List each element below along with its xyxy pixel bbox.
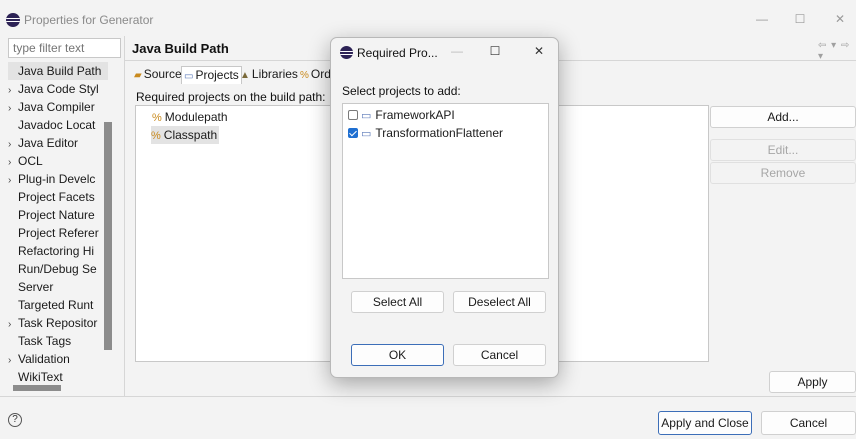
tree-item-label: Run/Debug Se bbox=[18, 262, 97, 276]
tree-item-label: OCL bbox=[18, 154, 43, 168]
tree-item-run-debug-settings[interactable]: Run/Debug Se bbox=[8, 260, 108, 278]
order-icon: % bbox=[300, 70, 309, 81]
dialog-title-bar: Required Pro... — ☐ ✕ bbox=[331, 38, 558, 66]
list-item-classpath[interactable]: % Classpath bbox=[151, 126, 220, 144]
title-bar: Properties for Generator — ☐ ✕ bbox=[0, 0, 856, 36]
remove-button[interactable]: Remove bbox=[710, 162, 856, 184]
tree-item-label: Refactoring Hi bbox=[18, 244, 95, 258]
tab-projects[interactable]: ▭ Projects bbox=[181, 66, 242, 84]
splitter[interactable] bbox=[124, 36, 125, 396]
chevron-right-icon[interactable]: › bbox=[8, 352, 18, 368]
edit-button[interactable]: Edit... bbox=[710, 139, 856, 161]
dialog-cancel-button[interactable]: Cancel bbox=[453, 344, 546, 366]
tree-item-label: Java Code Styl bbox=[18, 82, 99, 96]
tree-item-label: Targeted Runt bbox=[18, 298, 94, 312]
dialog-maximize-button[interactable]: ☐ bbox=[485, 44, 505, 58]
tree-item-java-editor[interactable]: › Java Editor bbox=[8, 134, 108, 152]
maximize-button[interactable]: ☐ bbox=[780, 8, 820, 30]
required-projects-label: Required projects on the build path: bbox=[136, 90, 326, 104]
apply-and-close-button[interactable]: Apply and Close bbox=[658, 411, 752, 435]
tree-item-validation[interactable]: › Validation bbox=[8, 350, 108, 368]
dialog-label: Select projects to add: bbox=[342, 84, 461, 98]
tree-item-label: Javadoc Locat bbox=[18, 118, 96, 132]
chevron-right-icon[interactable]: › bbox=[8, 316, 18, 332]
eclipse-icon bbox=[340, 46, 353, 59]
tree-item-project-references[interactable]: Project Referer bbox=[8, 224, 108, 242]
tab-order-export[interactable]: % Ord bbox=[298, 66, 333, 84]
tree-item-java-code-style[interactable]: › Java Code Styl bbox=[8, 80, 108, 98]
tree-item-label: Java Build Path bbox=[18, 64, 102, 78]
tree-item-label: Java Compiler bbox=[18, 100, 95, 114]
tree-item-plugin-development[interactable]: › Plug-in Develc bbox=[8, 170, 108, 188]
tree-item-javadoc-location[interactable]: Javadoc Locat bbox=[8, 116, 108, 134]
tree-item-ocl[interactable]: › OCL bbox=[8, 152, 108, 170]
tree-vertical-scrollbar[interactable] bbox=[104, 122, 112, 350]
chevron-right-icon[interactable]: › bbox=[8, 100, 18, 116]
tree-item-task-repository[interactable]: › Task Repositor bbox=[8, 314, 108, 332]
ok-button[interactable]: OK bbox=[351, 344, 444, 366]
tree-item-label: Project Referer bbox=[18, 226, 99, 240]
list-item-transformationflattener[interactable]: ▭ TransformationFlattener bbox=[348, 124, 503, 142]
required-projects-dialog: Required Pro... — ☐ ✕ Select projects to… bbox=[330, 37, 559, 378]
minimize-button[interactable]: — bbox=[742, 8, 782, 30]
tree-item-label: Project Nature bbox=[18, 208, 95, 222]
tree-item-label: WikiText bbox=[18, 370, 63, 384]
tree-item-project-natures[interactable]: Project Nature bbox=[8, 206, 108, 224]
history-nav-arrows[interactable]: ⇦ ▾ ⇨ ▾ bbox=[818, 40, 856, 62]
project-checklist[interactable]: ▭ FrameworkAPI ▭ TransformationFlattener bbox=[342, 103, 549, 279]
tree-item-refactoring-history[interactable]: Refactoring Hi bbox=[8, 242, 108, 260]
checkbox-transformationflattener[interactable] bbox=[348, 128, 358, 138]
filter-input[interactable] bbox=[8, 38, 121, 58]
tree-item-java-compiler[interactable]: › Java Compiler bbox=[8, 98, 108, 116]
apply-button[interactable]: Apply bbox=[769, 371, 856, 393]
tree-item-label: Server bbox=[18, 280, 54, 294]
chevron-right-icon[interactable]: › bbox=[8, 154, 18, 170]
window-title: Properties for Generator bbox=[24, 13, 154, 27]
project-icon: ▭ bbox=[361, 128, 372, 140]
chevron-right-icon[interactable]: › bbox=[8, 172, 18, 188]
dialog-close-button[interactable]: ✕ bbox=[529, 44, 549, 58]
tree-item-label: Validation bbox=[18, 352, 70, 366]
tab-source[interactable]: ▰ Source bbox=[132, 66, 184, 84]
tab-libraries[interactable]: ▲ Libraries bbox=[238, 66, 300, 84]
help-icon[interactable]: ? bbox=[8, 413, 22, 427]
project-icon: ▭ bbox=[361, 110, 372, 122]
checkbox-frameworkapi[interactable] bbox=[348, 110, 358, 120]
tree-item-label: Project Facets bbox=[18, 190, 95, 204]
dialog-minimize-button[interactable]: — bbox=[447, 44, 467, 58]
footer-divider bbox=[0, 396, 856, 397]
tree-item-java-build-path[interactable]: Java Build Path bbox=[8, 62, 108, 80]
list-item-frameworkapi[interactable]: ▭ FrameworkAPI bbox=[348, 106, 455, 124]
tree-item-targeted-runtimes[interactable]: Targeted Runt bbox=[8, 296, 108, 314]
tree-horizontal-scrollbar[interactable] bbox=[13, 385, 61, 391]
library-icon: ▲ bbox=[240, 70, 250, 81]
list-item-modulepath[interactable]: % Modulepath bbox=[152, 108, 230, 126]
close-button[interactable]: ✕ bbox=[820, 8, 856, 30]
tree-item-wikitext[interactable]: WikiText bbox=[8, 368, 108, 386]
tree-item-label: Task Tags bbox=[18, 334, 72, 348]
eclipse-icon bbox=[6, 13, 20, 27]
tree-item-task-tags[interactable]: Task Tags bbox=[8, 332, 108, 350]
deselect-all-button[interactable]: Deselect All bbox=[453, 291, 546, 313]
path-icon: % bbox=[151, 130, 161, 142]
tree-item-project-facets[interactable]: Project Facets bbox=[8, 188, 108, 206]
source-folder-icon: ▰ bbox=[134, 70, 142, 81]
tree-item-label: Java Editor bbox=[18, 136, 79, 150]
page-title: Java Build Path bbox=[132, 41, 229, 56]
tree-item-label: Task Repositor bbox=[18, 316, 98, 330]
select-all-button[interactable]: Select All bbox=[351, 291, 444, 313]
dialog-title: Required Pro... bbox=[357, 46, 438, 60]
cancel-button[interactable]: Cancel bbox=[761, 411, 856, 435]
path-icon: % bbox=[152, 112, 162, 124]
chevron-right-icon[interactable]: › bbox=[8, 136, 18, 152]
chevron-right-icon[interactable]: › bbox=[8, 82, 18, 98]
project-icon: ▭ bbox=[184, 71, 194, 82]
tree-item-label: Plug-in Develc bbox=[18, 172, 96, 186]
add-button[interactable]: Add... bbox=[710, 106, 856, 128]
tree-item-server[interactable]: Server bbox=[8, 278, 108, 296]
